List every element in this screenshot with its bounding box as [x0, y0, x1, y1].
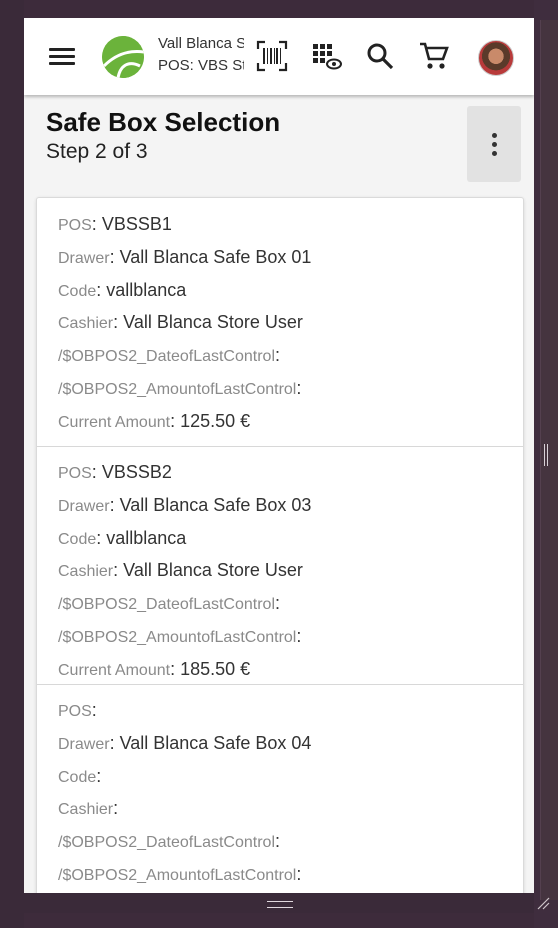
code-row: Code: vallblanca	[58, 279, 187, 300]
search-icon[interactable]	[362, 38, 398, 74]
current-amount-value: 125.50 €	[180, 410, 251, 431]
safebox-card[interactable]: POS: VBSSB1 Drawer: Vall Blanca Safe Box…	[37, 198, 523, 447]
store-name: Vall Blanca Store	[158, 35, 244, 52]
code-row: Code: vallblanca	[58, 527, 187, 548]
menu-icon[interactable]	[46, 42, 78, 70]
safebox-card[interactable]: POS: VBSSB2 Drawer: Vall Blanca Safe Box…	[37, 447, 523, 685]
barcode-scan-icon[interactable]	[254, 38, 290, 74]
pos-value: VBSSB2	[101, 462, 172, 482]
date-last-control-row: /$OBPOS2_DateofLastControl:	[58, 831, 281, 852]
date-last-control-row: /$OBPOS2_DateofLastControl:	[58, 345, 281, 366]
pos-value: VBSSB1	[101, 214, 172, 234]
drawer-value: Vall Blanca Safe Box 04	[119, 732, 312, 753]
current-amount-row: Current Amount: 125.50 €	[58, 410, 251, 431]
cart-icon[interactable]	[416, 38, 452, 74]
bottom-resize-handle[interactable]	[267, 901, 293, 908]
app-toolbar: Vall Blanca Store POS: VBS Store	[24, 18, 534, 95]
cashier-row: Cashier: Vall Blanca Store User	[58, 560, 303, 581]
drawer-row: Drawer: Vall Blanca Safe Box 03	[58, 494, 312, 515]
date-last-control-row: /$OBPOS2_DateofLastControl:	[58, 593, 281, 614]
current-amount-value: 185.50 €	[180, 658, 251, 679]
code-value: vallblanca	[106, 279, 187, 300]
code-value: vallblanca	[106, 527, 187, 548]
current-amount-row: Current Amount: 185.50 €	[58, 658, 251, 679]
pos-row: POS: VBSSB2	[58, 462, 172, 482]
window-background-left	[0, 0, 24, 928]
pos-label: POS: VBS Store	[158, 57, 244, 74]
page-header: Safe Box Selection Step 2 of 3	[24, 95, 534, 195]
app-window: Vall Blanca Store POS: VBS Store	[24, 18, 534, 893]
user-avatar[interactable]	[478, 40, 514, 76]
side-resize-handle[interactable]	[544, 444, 548, 466]
pos-row: POS: VBSSB1	[58, 214, 172, 234]
pos-row: POS:	[58, 700, 97, 720]
brand-logo-icon	[102, 36, 144, 78]
amount-last-control-row: /$OBPOS2_AmountofLastControl:	[58, 625, 302, 646]
cashier-value: Vall Blanca Store User	[123, 560, 303, 581]
cashier-value: Vall Blanca Store User	[123, 312, 303, 333]
drawer-row: Drawer: Vall Blanca Safe Box 01	[58, 246, 312, 267]
page-title: Safe Box Selection	[46, 107, 281, 137]
drawer-row: Drawer: Vall Blanca Safe Box 04	[58, 732, 312, 753]
store-info[interactable]: Vall Blanca Store POS: VBS Store	[158, 33, 244, 77]
drawer-value: Vall Blanca Safe Box 03	[119, 494, 312, 515]
step-indicator: Step 2 of 3	[46, 140, 148, 163]
cashier-row: Cashier:	[58, 798, 119, 819]
resize-grip-icon[interactable]	[536, 896, 550, 910]
code-row: Code:	[58, 765, 102, 786]
cashier-row: Cashier: Vall Blanca Store User	[58, 312, 303, 333]
safebox-list: POS: VBSSB1 Drawer: Vall Blanca Safe Box…	[36, 197, 524, 893]
more-vert-icon[interactable]	[467, 106, 521, 182]
qr-view-icon[interactable]	[308, 38, 344, 74]
safebox-card[interactable]: POS: Drawer: Vall Blanca Safe Box 04 Cod…	[37, 685, 523, 893]
drawer-value: Vall Blanca Safe Box 01	[119, 246, 312, 267]
amount-last-control-row: /$OBPOS2_AmountofLastControl:	[58, 863, 302, 884]
amount-last-control-row: /$OBPOS2_AmountofLastControl:	[58, 377, 302, 398]
